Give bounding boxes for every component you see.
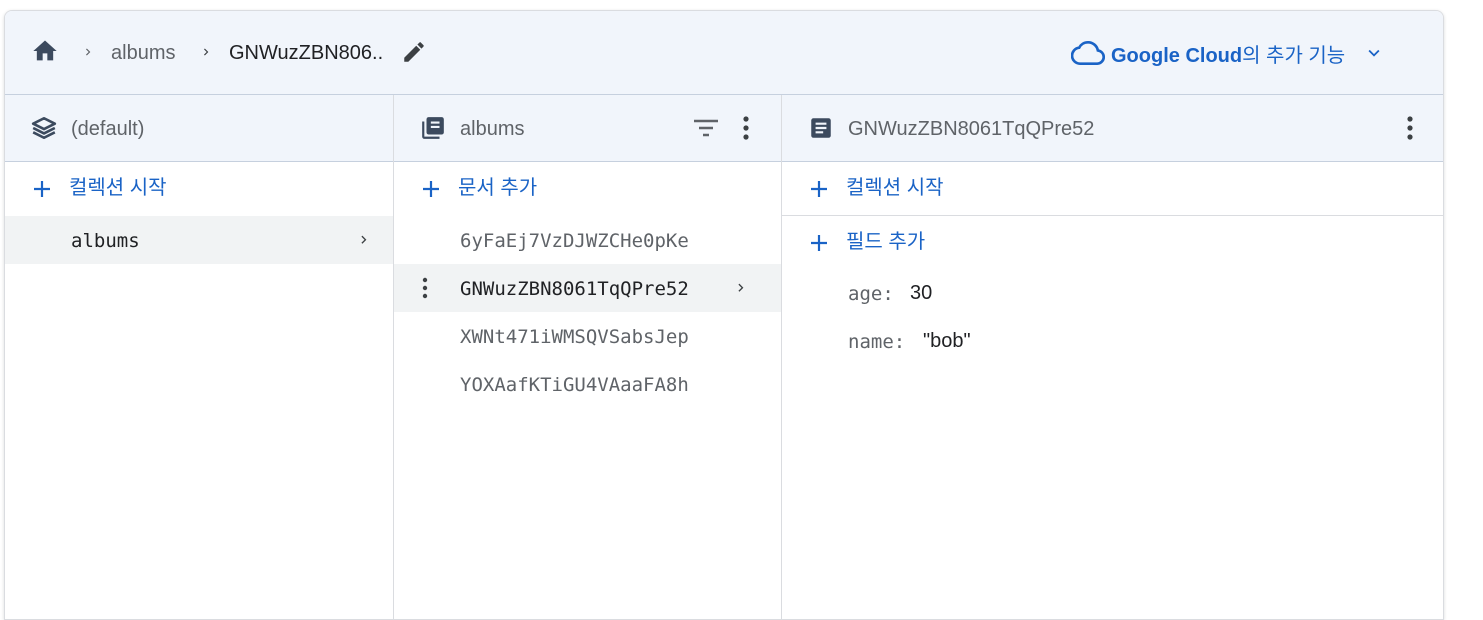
document-column-header: GNWuzZBN8061TqQPre52 — [782, 95, 1443, 162]
document-column: GNWuzZBN8061TqQPre52 컬렉션 시작 필드 추가 age: 3… — [782, 95, 1443, 619]
add-field-button[interactable]: 필드 추가 — [782, 216, 1443, 270]
field-row-age[interactable]: age: 30 — [782, 270, 1443, 318]
more-vert-icon[interactable] — [742, 115, 750, 141]
add-field-label: 필드 추가 — [846, 231, 926, 253]
breadcrumb-item-albums[interactable]: albums — [111, 41, 175, 65]
chevron-right-icon — [361, 235, 367, 244]
list-item-document[interactable]: YOXAafKTiGU4VAaaFA8h — [394, 360, 781, 408]
chevron-right-icon — [204, 48, 209, 56]
google-cloud-label: Google Cloud의 추가 기능 — [1111, 44, 1346, 67]
collection-column-header: albums — [394, 95, 781, 162]
database-layers-icon — [31, 116, 57, 140]
root-column: (default) 컬렉션 시작 albums — [5, 95, 394, 619]
chevron-down-icon — [1368, 49, 1380, 57]
data-columns: (default) 컬렉션 시작 albums albums 문서 추가 6yF… — [5, 95, 1443, 619]
home-icon[interactable] — [29, 37, 61, 65]
list-item-document[interactable]: 6yFaEj7VzDJWZCHe0pKe — [394, 216, 781, 264]
list-item-albums[interactable]: albums — [5, 216, 393, 264]
pencil-icon[interactable] — [401, 39, 427, 65]
chevron-right-icon — [738, 283, 744, 292]
field-key: name: — [848, 331, 906, 353]
document-id: 6yFaEj7VzDJWZCHe0pKe — [460, 230, 689, 252]
start-collection-button[interactable]: 컬렉션 시작 — [5, 162, 393, 216]
document-id: XWNt471iWMSQVSabsJep — [460, 326, 689, 348]
document-title: GNWuzZBN8061TqQPre52 — [848, 118, 1095, 140]
field-row-name[interactable]: name: "bob" — [782, 318, 1443, 366]
breadcrumb-item-document[interactable]: GNWuzZBN806.. — [229, 41, 383, 65]
breadcrumb: albums GNWuzZBN806.. Google Cloud의 추가 기능 — [5, 11, 1443, 95]
list-item-document-selected[interactable]: GNWuzZBN8061TqQPre52 — [394, 264, 781, 312]
more-vert-icon[interactable] — [1406, 115, 1414, 141]
firestore-data-panel: albums GNWuzZBN806.. Google Cloud의 추가 기능 — [4, 10, 1444, 620]
document-icon — [811, 118, 831, 138]
start-subcollection-label: 컬렉션 시작 — [846, 177, 944, 199]
list-item-document[interactable]: XWNt471iWMSQVSabsJep — [394, 312, 781, 360]
document-id: YOXAafKTiGU4VAaaFA8h — [460, 374, 689, 396]
collection-title: albums — [460, 118, 525, 140]
collection-icon — [422, 117, 444, 139]
cloud-icon — [1071, 41, 1105, 65]
database-title: (default) — [71, 118, 145, 140]
document-id: GNWuzZBN8061TqQPre52 — [460, 278, 689, 300]
plus-icon — [423, 181, 439, 197]
start-subcollection-button[interactable]: 컬렉션 시작 — [782, 162, 1443, 216]
plus-icon — [811, 181, 827, 197]
start-collection-label: 컬렉션 시작 — [69, 177, 167, 199]
field-key: age: — [848, 283, 894, 305]
field-value: "bob" — [923, 330, 971, 352]
google-cloud-extras-button[interactable]: Google Cloud의 추가 기능 — [1071, 39, 1385, 67]
add-document-button[interactable]: 문서 추가 — [394, 162, 781, 216]
plus-icon — [34, 181, 50, 197]
root-column-header: (default) — [5, 95, 393, 162]
more-vert-icon[interactable] — [422, 277, 428, 299]
field-value: 30 — [910, 282, 933, 304]
collection-column: albums 문서 추가 6yFaEj7VzDJWZCHe0pKe GNWuzZ… — [394, 95, 782, 619]
plus-icon — [811, 235, 827, 251]
collection-name: albums — [71, 230, 140, 252]
add-document-label: 문서 추가 — [458, 177, 538, 199]
filter-icon[interactable] — [692, 117, 720, 139]
chevron-right-icon — [86, 48, 91, 56]
